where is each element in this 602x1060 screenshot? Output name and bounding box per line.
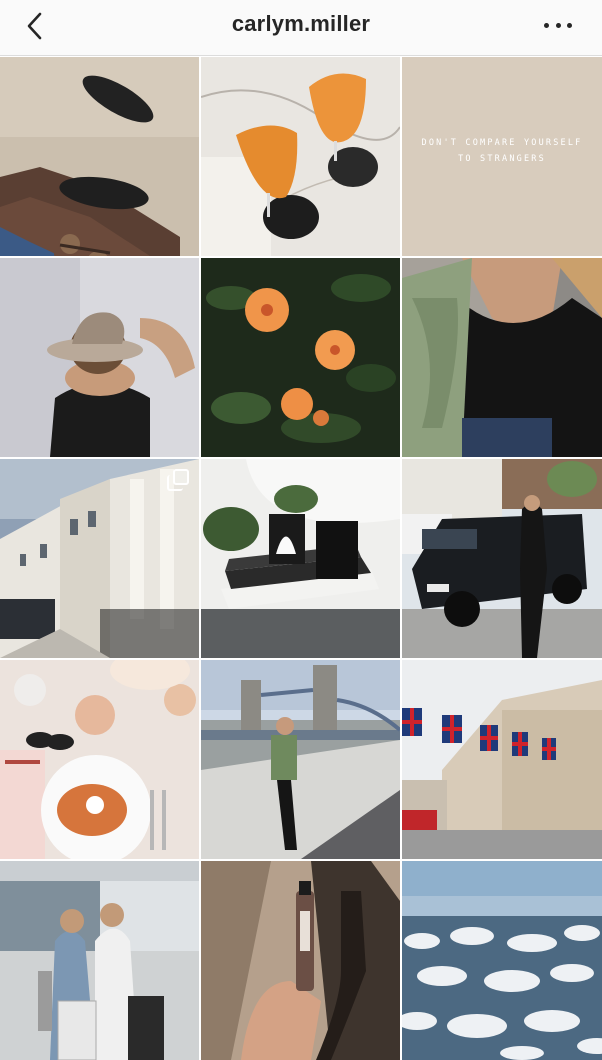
- land-rover-image: [402, 459, 602, 658]
- multiple-photos-icon: [167, 469, 189, 491]
- green-jacket-image: [402, 258, 602, 457]
- post-thumbnail[interactable]: [201, 861, 400, 1060]
- perfume-shadow-image: [201, 861, 400, 1060]
- more-dot: [567, 22, 572, 28]
- spritz-drinks-image: [201, 57, 400, 256]
- woman-hat-image: [0, 258, 199, 457]
- post-thumbnail[interactable]: [0, 258, 199, 457]
- post-thumbnail[interactable]: [402, 459, 602, 658]
- post-thumbnail[interactable]: DON'T COMPARE YOURSELF TO STRANGERS: [402, 57, 602, 256]
- union-jack-street-image: [402, 660, 602, 859]
- top-navigation-bar: carlym.miller: [0, 0, 602, 56]
- post-thumbnail[interactable]: [402, 258, 602, 457]
- tower-bridge-image: [201, 660, 400, 859]
- post-thumbnail[interactable]: [0, 459, 199, 658]
- hibiscus-flowers-image: [201, 258, 400, 457]
- post-thumbnail[interactable]: [201, 660, 400, 859]
- brunch-table-image: [0, 660, 199, 859]
- post-thumbnail[interactable]: [402, 861, 602, 1060]
- more-dot: [555, 22, 561, 28]
- post-thumbnail[interactable]: [402, 660, 602, 859]
- clouds-airplane-image: [402, 861, 602, 1060]
- quote-line: TO STRANGERS: [458, 154, 546, 164]
- quote-line: DON'T COMPARE YOURSELF: [421, 138, 583, 148]
- carousel-square-front: [173, 469, 189, 485]
- post-thumbnail[interactable]: [201, 459, 400, 658]
- more-horizontal-icon: [544, 22, 549, 28]
- post-thumbnail[interactable]: [0, 861, 199, 1060]
- airport-friends-image: [0, 861, 199, 1060]
- profile-username-title: carlym.miller: [231, 11, 371, 36]
- beach-sandals-image: [0, 57, 199, 256]
- post-grid: DON'T COMPARE YOURSELF TO STRANGERS: [0, 57, 602, 1060]
- books-candles-image: [201, 459, 400, 658]
- post-thumbnail[interactable]: [0, 660, 199, 859]
- more-options-button[interactable]: [544, 18, 572, 32]
- post-thumbnail[interactable]: [201, 57, 400, 256]
- quote-text: DON'T COMPARE YOURSELF TO STRANGERS: [402, 135, 602, 167]
- post-thumbnail[interactable]: [0, 57, 199, 256]
- post-thumbnail[interactable]: [201, 258, 400, 457]
